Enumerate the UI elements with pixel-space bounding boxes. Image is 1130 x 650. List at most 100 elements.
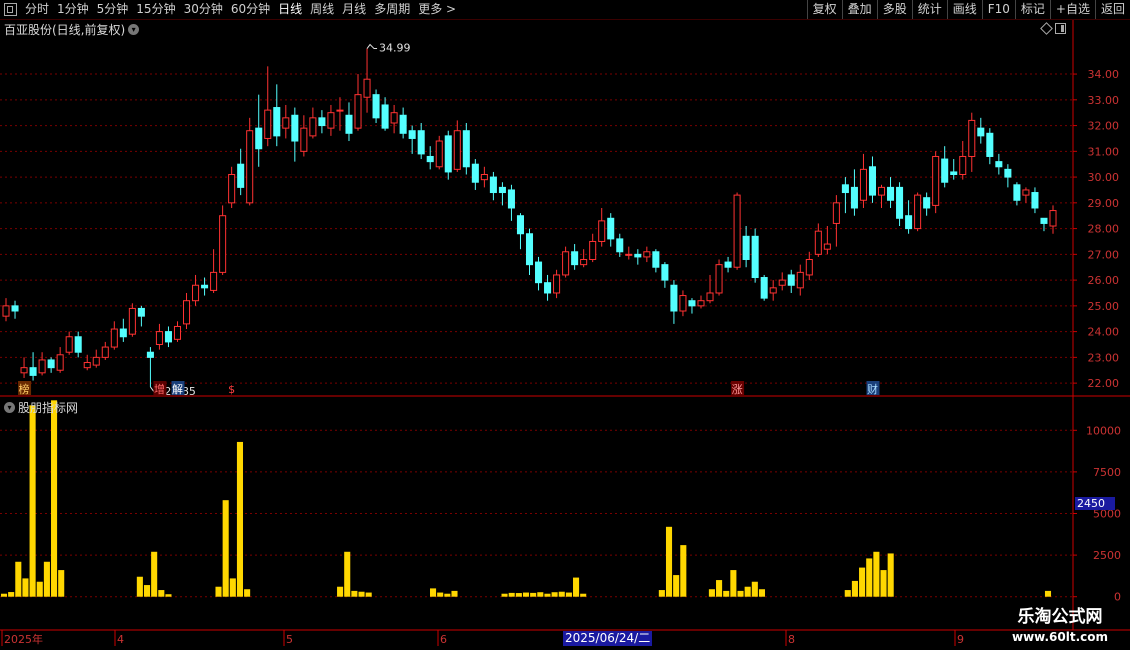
candle-body — [571, 251, 579, 266]
candle-body — [228, 174, 236, 204]
candle-body — [625, 253, 633, 256]
candle-body — [300, 127, 308, 152]
indicator-bar — [680, 545, 687, 597]
candle — [887, 177, 895, 208]
indicator-bar — [222, 500, 229, 597]
price-tick-label: 31.00 — [1088, 145, 1120, 158]
candle-body — [733, 194, 741, 268]
candle — [255, 94, 263, 167]
indicator-bar — [551, 592, 558, 597]
candle — [516, 213, 524, 250]
candle — [210, 249, 218, 293]
price-tick-label: 26.00 — [1088, 274, 1120, 287]
candle — [959, 141, 967, 180]
candle-body — [661, 264, 669, 281]
indicator-bar — [43, 561, 50, 597]
candle-body — [1013, 184, 1021, 201]
candle-body — [2, 305, 10, 317]
indicator-bar — [758, 589, 766, 597]
candle-body — [580, 258, 588, 266]
indicator-bar — [873, 551, 880, 597]
candle-body — [914, 194, 922, 230]
date-tick-label: 9 — [957, 633, 964, 646]
candle-body — [607, 217, 615, 240]
candle — [742, 226, 750, 268]
candle-body — [1049, 210, 1057, 227]
candle — [607, 213, 615, 247]
candle-body — [137, 307, 145, 317]
candle — [29, 352, 37, 381]
indicator-bar — [866, 558, 873, 597]
candle-body — [65, 336, 73, 353]
candle-body — [74, 336, 82, 353]
candle — [733, 192, 741, 270]
candle — [354, 74, 362, 131]
kline-chart[interactable]: 34.00 33.00 32.00 31.00 30.00 29.00 28.00 27.00… — [0, 0, 1130, 650]
candle-body — [453, 130, 461, 170]
candle-body — [1022, 189, 1030, 196]
price-tick-label: 27.00 — [1088, 248, 1120, 261]
indicator-bar — [158, 590, 165, 597]
event-marker: 榜 — [19, 382, 30, 396]
candle-body — [1031, 192, 1039, 209]
candle-body — [426, 155, 434, 163]
candle — [535, 256, 543, 291]
price-tick-label: 25.00 — [1088, 300, 1120, 313]
candle — [372, 89, 380, 123]
main-panel-title[interactable]: 百亚股份(日线,前复权) ▾ — [4, 21, 140, 38]
indicator-tick-label: 7500 — [1093, 466, 1121, 479]
candle — [264, 66, 272, 147]
candle — [914, 192, 922, 232]
candle — [291, 107, 299, 162]
candle-body — [471, 163, 479, 183]
candle-body — [38, 359, 46, 374]
indicator-bar — [365, 592, 372, 597]
indicator-bar — [673, 575, 680, 597]
candle — [444, 130, 452, 180]
candle-body — [210, 271, 218, 291]
candle — [101, 341, 109, 360]
candle — [164, 326, 172, 348]
panel-toggle-icon[interactable] — [1055, 23, 1066, 34]
chevron-down-icon[interactable]: ▾ — [4, 402, 15, 413]
indicator-bar — [887, 553, 894, 597]
indicator-tick-label: 2500 — [1093, 549, 1121, 562]
candle-body — [381, 104, 389, 129]
candle — [968, 112, 976, 172]
sub-panel-title[interactable]: ▾ 股朋指标网 — [4, 399, 78, 416]
candle-body — [562, 251, 570, 276]
candle-body — [769, 287, 777, 294]
candle — [92, 349, 100, 368]
candle-body — [498, 186, 506, 194]
candle — [146, 347, 154, 387]
candle-body — [814, 230, 822, 255]
candle — [850, 169, 858, 216]
candle-body — [598, 220, 606, 242]
candle-body — [697, 300, 705, 307]
candle — [47, 357, 55, 373]
indicator-bar — [0, 593, 8, 597]
date-tick-label: 4 — [117, 633, 124, 646]
candle — [309, 107, 317, 139]
candle — [74, 331, 82, 358]
candle — [228, 166, 236, 208]
indicator-bar — [515, 593, 522, 597]
candle — [580, 249, 588, 268]
diamond-icon[interactable] — [1040, 22, 1053, 35]
candle-body — [905, 215, 913, 230]
candle-body — [201, 284, 209, 289]
indicator-bar — [229, 578, 236, 597]
candle-body — [932, 155, 940, 206]
candle-body — [83, 362, 91, 369]
candle — [905, 200, 913, 234]
candle-body — [616, 238, 624, 253]
indicator-bar — [530, 592, 537, 597]
candle — [182, 292, 191, 330]
candle-body — [841, 184, 849, 194]
candle — [489, 171, 497, 201]
candle — [300, 115, 308, 157]
candle-body — [877, 186, 886, 196]
candle-body — [444, 135, 452, 173]
price-tick-label: 30.00 — [1088, 171, 1120, 184]
chevron-down-icon[interactable]: ▾ — [128, 24, 140, 35]
